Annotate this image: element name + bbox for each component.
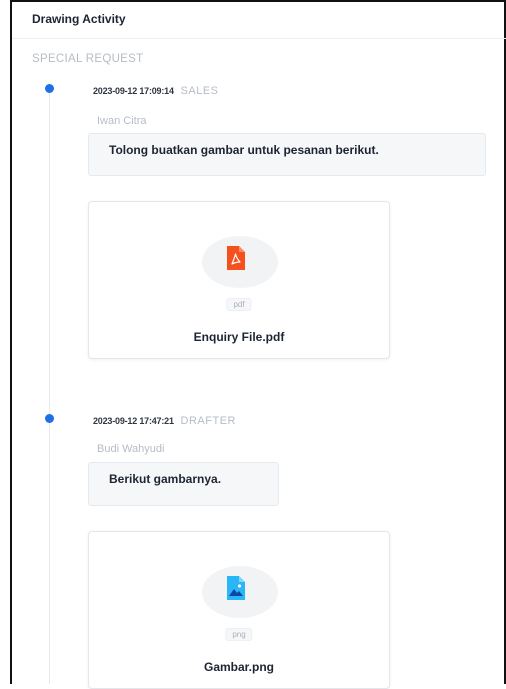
file-card[interactable]: pdf Enquiry File.pdf [88, 201, 390, 359]
pdf-file-icon [227, 246, 245, 270]
timeline-line [49, 88, 50, 684]
activity-date: 2023-09-12 17:09:14 [93, 86, 174, 96]
image-file-icon [227, 576, 245, 600]
file-name: Gambar.png [203, 660, 274, 674]
activity-author: Iwan Citra [97, 115, 147, 127]
timeline-dot [45, 414, 54, 423]
section-title: SPECIAL REQUEST [32, 53, 144, 65]
file-icon-circle [202, 566, 278, 618]
activity-meta: 2023-09-12 17:09:14 SALES [93, 85, 219, 97]
file-card[interactable]: png Gambar.png [88, 531, 390, 689]
activity-author: Budi Wahyudi [97, 443, 165, 455]
activity-meta: 2023-09-12 17:47:21 DRAFTER [93, 415, 236, 427]
file-ext-badge: png [225, 628, 253, 641]
file-ext-badge: pdf [226, 298, 252, 311]
panel-title: Drawing Activity [32, 12, 126, 26]
message-text: Tolong buatkan gambar untuk pesanan beri… [109, 143, 379, 157]
timeline-dot [45, 84, 54, 93]
activity-role: SALES [180, 85, 219, 97]
message-bubble: Tolong buatkan gambar untuk pesanan beri… [88, 133, 486, 176]
activity-role: DRAFTER [180, 415, 236, 427]
file-icon-circle [202, 236, 278, 288]
message-bubble: Berikut gambarnya. [88, 462, 279, 506]
panel-header: Drawing Activity [12, 2, 506, 39]
file-name: Enquiry File.pdf [193, 330, 285, 344]
activity-date: 2023-09-12 17:47:21 [93, 416, 174, 426]
message-text: Berikut gambarnya. [109, 472, 222, 486]
